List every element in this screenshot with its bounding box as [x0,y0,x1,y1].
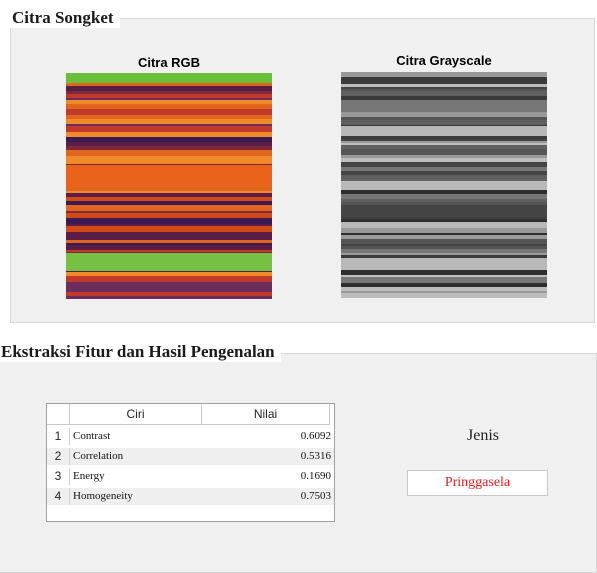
nilai-column-header[interactable]: Nilai [202,404,330,425]
nilai-cell[interactable]: 0.1690 [203,468,331,485]
ciri-cell[interactable]: Correlation [73,448,203,465]
feature-table[interactable]: Ciri Nilai 1 Contrast 0.6092 2 Correlati… [46,403,335,522]
jenis-label: Jenis [467,427,499,444]
row-index: 2 [47,448,70,465]
jenis-result-field: Pringgasela [407,470,548,496]
nilai-cell[interactable]: 0.7503 [203,488,331,505]
row-index: 1 [47,428,70,445]
feature-extraction-title: Ekstraksi Fitur dan Hasil Pengenalan [0,342,281,362]
rgb-songket-image [66,73,272,299]
row-index: 4 [47,488,70,505]
ciri-cell[interactable]: Energy [73,468,203,485]
row-index: 3 [47,468,70,485]
table-row[interactable]: 3 Energy 0.1690 [47,468,334,485]
nilai-cell[interactable]: 0.5316 [203,448,331,465]
table-row[interactable]: 2 Correlation 0.5316 [47,448,334,465]
grayscale-songket-image [341,72,547,298]
citra-songket-title: Citra Songket [10,8,120,28]
table-row[interactable]: 4 Homogeneity 0.7503 [47,488,334,505]
ciri-column-header[interactable]: Ciri [70,404,202,425]
table-row[interactable]: 1 Contrast 0.6092 [47,428,334,445]
table-corner-header [47,404,70,425]
nilai-cell[interactable]: 0.6092 [203,428,331,445]
ciri-cell[interactable]: Homogeneity [73,488,203,505]
ciri-cell[interactable]: Contrast [73,428,203,445]
grayscale-image-caption: Citra Grayscale [396,53,492,68]
rgb-image-caption: Citra RGB [137,55,201,70]
